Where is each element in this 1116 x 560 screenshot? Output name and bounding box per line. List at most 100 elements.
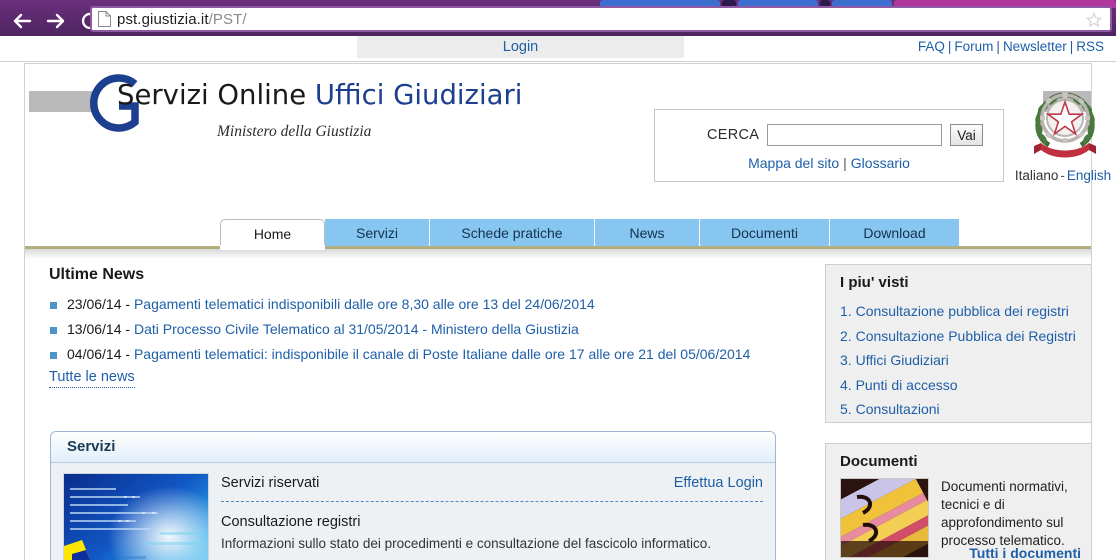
list-item-label[interactable]: Consultazione Pubblica dei Registri <box>856 328 1076 344</box>
list-item-label[interactable]: Consultazione pubblica dei registri <box>856 303 1069 319</box>
glossary-link[interactable]: Glossario <box>851 155 910 171</box>
utility-link-rss[interactable]: RSS <box>1076 39 1104 54</box>
list-item-number: 4. <box>840 376 852 393</box>
browser-chrome: pst.giustizia.it/PST/ <box>0 0 1116 36</box>
bullet-icon <box>50 352 57 359</box>
news-list: 23/06/14 - Pagamenti telematici indispon… <box>49 292 764 367</box>
news-dash: - <box>121 296 134 312</box>
servizi-entry-heading[interactable]: Consultazione registri <box>221 514 763 530</box>
italian-republic-emblem-icon <box>1029 75 1101 165</box>
list-item[interactable]: 3. Uffici Giudiziari <box>840 348 1090 373</box>
logo-wordmark: Servizi Online Uffici Giudiziari <box>117 79 523 111</box>
bullet-icon <box>50 327 57 334</box>
address-bar[interactable]: pst.giustizia.it/PST/ <box>90 6 1112 32</box>
news-item[interactable]: 23/06/14 - Pagamenti telematici indispon… <box>49 292 764 317</box>
news-link[interactable]: Dati Processo Civile Telematico al 31/05… <box>134 321 579 337</box>
utility-separator: | <box>1069 39 1074 54</box>
utility-link-newsletter[interactable]: Newsletter <box>1003 39 1067 54</box>
site-frame: Servizi Online Uffici Giudiziari Ministe… <box>24 63 1111 560</box>
site-logo[interactable]: Servizi Online Uffici Giudiziari Ministe… <box>83 64 522 189</box>
logo-text-blue: Uffici Giudiziari <box>314 79 523 111</box>
most-viewed-list: 1. Consultazione pubblica dei registri 2… <box>840 299 1090 422</box>
page-viewport: Login FAQ | Forum | Newsletter | RSS Servizi O… <box>0 36 1116 560</box>
utility-bar: Login FAQ | Forum | Newsletter | RSS <box>0 36 1116 62</box>
nav-divider-shadow <box>25 249 1091 259</box>
binders-folders-photo <box>840 478 929 558</box>
news-item[interactable]: 04/06/14 - Pagamenti telematici: indispo… <box>49 342 764 367</box>
search-links: Mappa del sito | Glossario <box>655 155 1003 171</box>
bookmark-star-icon[interactable] <box>1085 12 1103 28</box>
news-section-title: Ultime News <box>49 266 145 283</box>
all-documents-link[interactable]: Tutti i documenti <box>969 545 1081 560</box>
list-item-number: 5. <box>840 401 852 417</box>
page-content: Ultime News 23/06/14 - Pagamenti telemat… <box>25 260 1092 560</box>
documents-box: Documenti Documenti normativi, tecnici e… <box>825 443 1092 560</box>
list-item[interactable]: 4. Punti di accesso <box>840 373 1090 398</box>
list-item[interactable]: 1. Consultazione pubblica dei registri <box>840 299 1090 324</box>
list-item-label[interactable]: Consultazioni <box>856 401 940 417</box>
all-news-link[interactable]: Tutte le news <box>49 369 135 388</box>
list-item-label[interactable]: Uffici Giudiziari <box>856 352 949 368</box>
tab-news[interactable]: News <box>595 219 700 246</box>
utility-separator: | <box>996 39 1000 54</box>
sitemap-link[interactable]: Mappa del sito <box>748 155 839 171</box>
tab-label: Download <box>863 224 926 241</box>
search-submit-button[interactable]: Vai <box>950 124 983 146</box>
effettua-login-link[interactable]: Effettua Login <box>674 475 763 491</box>
logo-text-black: Servizi Online <box>117 79 315 111</box>
news-date: 04/06/14 <box>67 346 122 362</box>
news-link[interactable]: Pagamenti telematici indisponibili dalle… <box>134 296 595 312</box>
search-row: CERCA Vai <box>655 124 1003 146</box>
servizi-reserved-row: Servizi riservati Effettua Login <box>221 475 763 502</box>
news-date: 23/06/14 <box>67 296 122 312</box>
back-arrow-icon[interactable] <box>10 9 34 33</box>
browser-nav-buttons <box>10 8 102 34</box>
page-document-icon <box>98 11 111 27</box>
news-link[interactable]: Pagamenti telematici: indisponibile il c… <box>134 346 750 362</box>
language-dash: - <box>1060 168 1065 183</box>
servizi-entry-desc: Informazioni sullo stato dei procediment… <box>221 536 712 551</box>
news-item[interactable]: 13/06/14 - Dati Processo Civile Telemati… <box>49 317 764 342</box>
servizi-reserved-label: Servizi riservati <box>221 475 320 491</box>
servizi-panel: Servizi Servizi riservati Effettua Login… <box>50 431 776 560</box>
servizi-panel-body: Servizi riservati Effettua Login Consult… <box>51 463 775 560</box>
url-text: pst.giustizia.it/PST/ <box>117 11 247 28</box>
active-tab-connector <box>220 245 325 250</box>
utility-link-forum[interactable]: Forum <box>954 39 993 54</box>
url-domain: pst.giustizia.it <box>117 10 209 28</box>
list-item-number: 1. <box>840 303 852 319</box>
search-box: CERCA Vai Mappa del sito | Glossario <box>654 109 1004 182</box>
search-links-separator: | <box>843 155 847 171</box>
login-label: Login <box>502 39 539 55</box>
list-item[interactable]: 5. Consultazioni <box>840 397 1090 422</box>
list-item[interactable]: 2. Consultazione Pubblica dei Registri <box>840 324 1090 349</box>
utility-link-faq[interactable]: FAQ <box>918 39 945 54</box>
list-item-number: 3. <box>840 352 852 368</box>
news-date: 13/06/14 <box>67 321 122 337</box>
news-dash: - <box>121 321 134 337</box>
tab-home[interactable]: Home <box>220 219 325 247</box>
tab-label: Schede pratiche <box>461 224 563 241</box>
utility-separator: | <box>947 39 952 54</box>
login-tab[interactable]: Login <box>357 36 684 58</box>
forward-arrow-icon[interactable] <box>44 9 68 33</box>
most-viewed-title: I piu' visti <box>840 274 909 291</box>
list-item-label[interactable]: Punti di accesso <box>856 377 958 393</box>
url-path: /PST/ <box>208 10 247 28</box>
tab-label: News <box>629 224 665 241</box>
language-english-link[interactable]: English <box>1067 168 1111 183</box>
content-left-column: Ultime News 23/06/14 - Pagamenti telemat… <box>25 260 780 560</box>
utility-links: FAQ | Forum | Newsletter | RSS <box>918 39 1104 54</box>
tab-schede-pratiche[interactable]: Schede pratiche <box>430 219 595 246</box>
search-label: CERCA <box>707 127 760 143</box>
tab-download[interactable]: Download <box>830 219 960 246</box>
tab-servizi[interactable]: Servizi <box>325 219 430 246</box>
tab-documenti[interactable]: Documenti <box>700 219 830 246</box>
servizi-panel-title: Servizi <box>67 438 116 455</box>
search-input[interactable] <box>767 124 943 146</box>
tab-label: Servizi <box>355 224 398 241</box>
language-current: Italiano <box>1014 168 1059 183</box>
abstract-digital-graphic-image <box>63 473 209 560</box>
servizi-entries: Servizi riservati Effettua Login Consult… <box>221 473 763 560</box>
site-header: Servizi Online Uffici Giudiziari Ministe… <box>25 64 1111 219</box>
